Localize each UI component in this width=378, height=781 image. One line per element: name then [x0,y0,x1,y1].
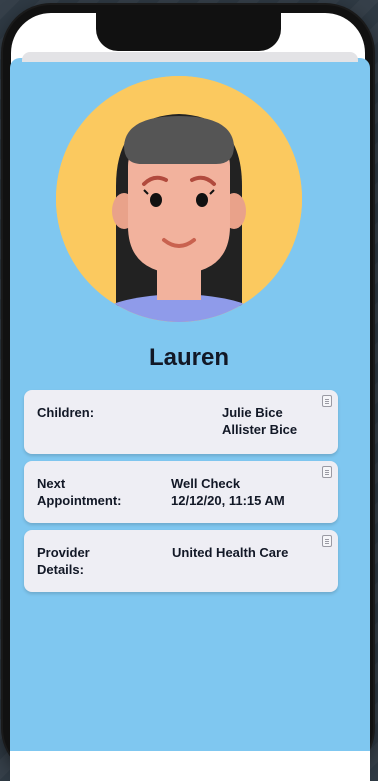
label-line: Details: [37,562,84,577]
children-values: Julie Bice Allister Bice [222,404,297,438]
child-name: Julie Bice [222,405,283,420]
phone-notch [96,13,281,51]
edit-icon[interactable] [322,395,332,407]
provider-values: United Health Care [172,544,288,561]
next-appointment-card[interactable]: Next Appointment: Well Check 12/12/20, 1… [24,461,338,523]
child-name: Allister Bice [222,422,298,437]
appointment-type: Well Check [171,476,241,491]
provider-details-label: Provider Details: [37,544,147,578]
avatar-illustration [56,76,302,322]
appointment-datetime: 12/12/20, 11:15 AM [171,493,285,508]
children-label: Children: [37,405,95,420]
children-card[interactable]: Children: Julie Bice Allister Bice [24,390,338,454]
label-line: Provider [37,545,90,560]
edit-icon[interactable] [322,466,332,478]
bottom-bar [10,751,370,781]
edit-icon[interactable] [322,535,332,547]
profile-name: Lauren [148,344,229,371]
next-appointment-label: Next Appointment: [37,475,147,509]
provider-name: United Health Care [172,545,289,560]
label-line: Next [37,476,66,491]
provider-details-card[interactable]: Provider Details: United Health Care [24,530,338,592]
label-line: Appointment: [37,493,122,508]
appointment-values: Well Check 12/12/20, 11:15 AM [171,475,285,509]
avatar[interactable] [56,76,302,322]
app-top-bar [22,52,358,62]
